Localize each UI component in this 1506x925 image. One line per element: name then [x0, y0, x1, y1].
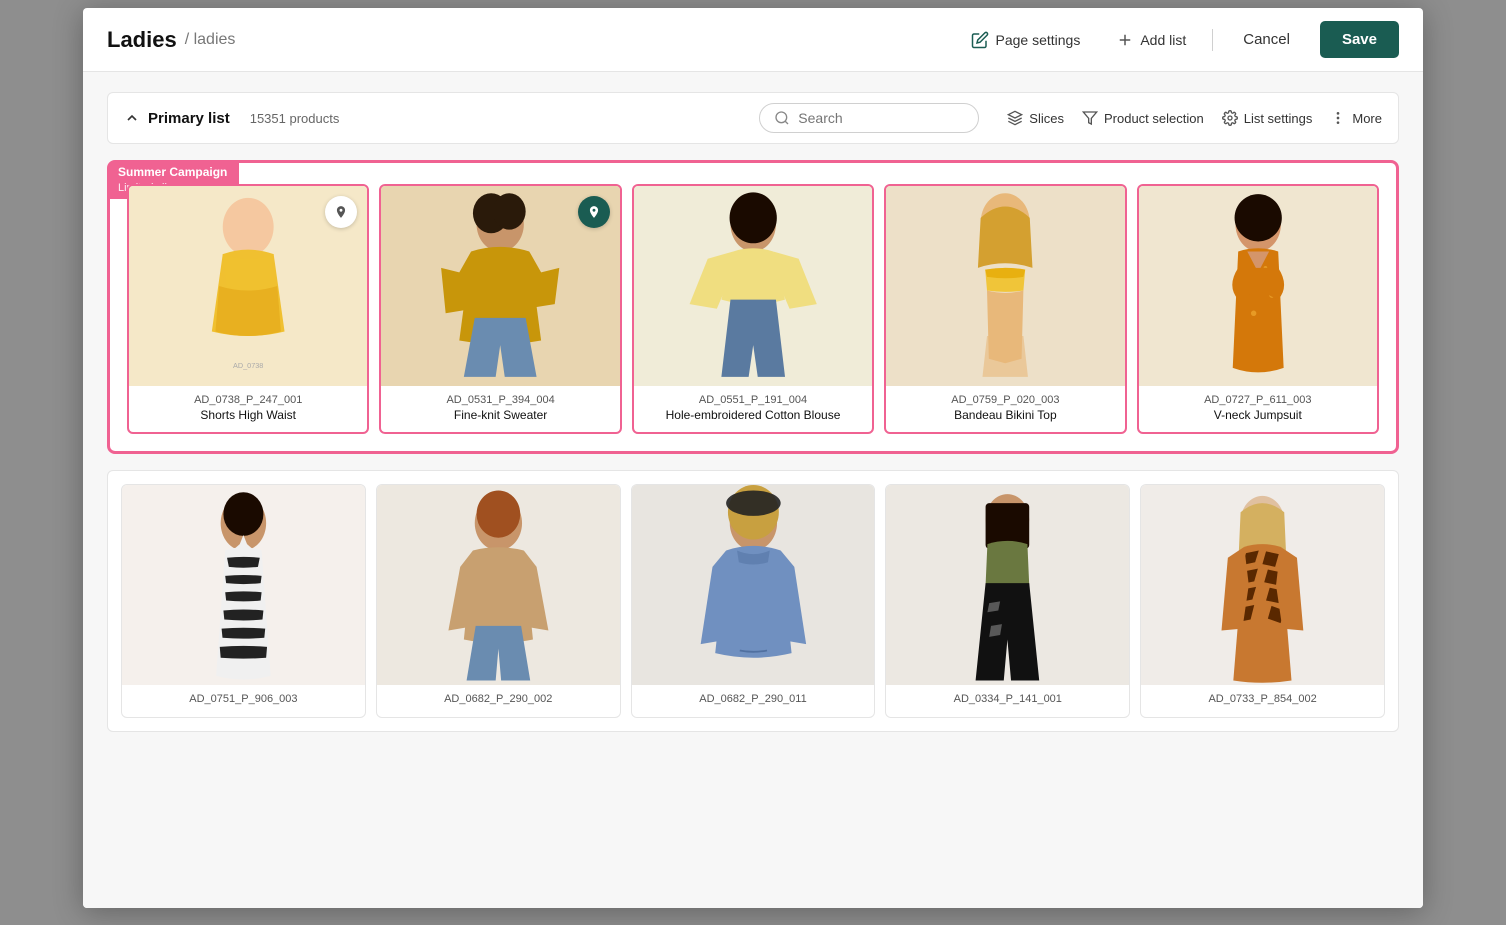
- product-info: AD_0682_P_290_002: [377, 685, 620, 717]
- product-card[interactable]: AD_0759_P_020_003 Bandeau Bikini Top: [884, 184, 1126, 434]
- product-image: [886, 186, 1124, 386]
- pin-filled-icon: [587, 205, 601, 219]
- product-image: [632, 485, 875, 685]
- list-settings-label: List settings: [1244, 111, 1313, 126]
- product-name: V-neck Jumpsuit: [1149, 408, 1367, 422]
- product-info: AD_0733_P_854_002: [1141, 685, 1384, 717]
- collapse-list-button[interactable]: Primary list: [124, 110, 230, 127]
- normal-product-card[interactable]: AD_0682_P_290_002: [376, 484, 621, 718]
- product-name: Shorts High Waist: [139, 408, 357, 422]
- product-selection-button[interactable]: Product selection: [1082, 110, 1204, 126]
- model-figure: [886, 186, 1124, 386]
- settings-icon: [1222, 110, 1238, 126]
- modal-overlay: Ladies / ladies Page settings Add list: [0, 0, 1506, 925]
- pin-icon-2: [578, 196, 610, 228]
- product-info: AD_0551_P_191_004 Hole-embroidered Cotto…: [634, 386, 872, 432]
- model-figure: [377, 485, 620, 685]
- modal: Ladies / ladies Page settings Add list: [83, 8, 1423, 908]
- search-icon: [774, 110, 790, 126]
- normal-products-grid: AD_0751_P_906_003: [108, 471, 1398, 731]
- product-id: AD_0682_P_290_002: [387, 693, 610, 705]
- product-info: AD_0759_P_020_003 Bandeau Bikini Top: [886, 386, 1124, 432]
- product-count: 15351 products: [250, 111, 340, 126]
- model-figure: [634, 186, 872, 386]
- product-image: [381, 186, 619, 386]
- header-actions: Page settings Add list Cancel Save: [961, 21, 1399, 58]
- product-card[interactable]: AD_0727_P_611_003 V-neck Jumpsuit: [1137, 184, 1379, 434]
- toolbar-actions: Slices Product selection List setti: [1007, 110, 1382, 126]
- pin-active-icon: [334, 205, 348, 219]
- slices-icon: [1007, 110, 1023, 126]
- product-card[interactable]: AD_0531_P_394_004 Fine-knit Sweater: [379, 184, 621, 434]
- model-figure: [1139, 186, 1377, 386]
- product-id: AD_0334_P_141_001: [896, 693, 1119, 705]
- add-list-button[interactable]: Add list: [1106, 25, 1196, 55]
- more-label: More: [1352, 111, 1382, 126]
- normal-product-card[interactable]: AD_0751_P_906_003: [121, 484, 366, 718]
- add-list-label: Add list: [1140, 32, 1186, 48]
- product-image: [634, 186, 872, 386]
- product-name: Hole-embroidered Cotton Blouse: [644, 408, 862, 422]
- search-box[interactable]: [759, 103, 979, 133]
- page-settings-icon: [971, 31, 989, 49]
- product-image: [886, 485, 1129, 685]
- search-input[interactable]: [798, 110, 948, 126]
- modal-header: Ladies / ladies Page settings Add list: [83, 8, 1423, 72]
- page-settings-label: Page settings: [995, 32, 1080, 48]
- product-name: Fine-knit Sweater: [391, 408, 609, 422]
- save-button[interactable]: Save: [1320, 21, 1399, 58]
- breadcrumb: / ladies: [185, 31, 236, 49]
- model-figure: [886, 485, 1129, 685]
- svg-text:AD_0738: AD_0738: [233, 361, 263, 370]
- product-id: AD_0759_P_020_003: [896, 394, 1114, 406]
- normal-products-section: AD_0751_P_906_003: [107, 470, 1399, 732]
- product-image: [1141, 485, 1384, 685]
- product-id: AD_0531_P_394_004: [391, 394, 609, 406]
- normal-product-card[interactable]: AD_0682_P_290_011: [631, 484, 876, 718]
- normal-product-card[interactable]: AD_0334_P_141_001: [885, 484, 1130, 718]
- product-image: [1139, 186, 1377, 386]
- model-figure: [632, 485, 875, 685]
- product-info: AD_0738_P_247_001 Shorts High Waist: [129, 386, 367, 432]
- product-info: AD_0727_P_611_003 V-neck Jumpsuit: [1139, 386, 1377, 432]
- product-card[interactable]: AD_0738 AD_0738_P_247_001 Shorts High Wa…: [127, 184, 369, 434]
- page-title: Ladies: [107, 27, 177, 53]
- product-info: AD_0682_P_290_011: [632, 685, 875, 717]
- product-id: AD_0733_P_854_002: [1151, 693, 1374, 705]
- product-selection-label: Product selection: [1104, 111, 1204, 126]
- model-figure: [122, 485, 365, 685]
- product-id: AD_0551_P_191_004: [644, 394, 862, 406]
- normal-product-card[interactable]: AD_0733_P_854_002: [1140, 484, 1385, 718]
- header-divider: [1212, 29, 1213, 51]
- slices-label: Slices: [1029, 111, 1064, 126]
- campaign-section: Summer Campaign Limited slice: [107, 160, 1399, 454]
- filter-icon: [1082, 110, 1098, 126]
- more-icon: [1330, 110, 1346, 126]
- modal-content: Primary list 15351 products: [83, 72, 1423, 908]
- product-name: Bandeau Bikini Top: [896, 408, 1114, 422]
- model-figure: [1141, 485, 1384, 685]
- product-info: AD_0334_P_141_001: [886, 685, 1129, 717]
- product-info: AD_0751_P_906_003: [122, 685, 365, 717]
- slices-button[interactable]: Slices: [1007, 110, 1064, 126]
- add-list-icon: [1116, 31, 1134, 49]
- primary-list-label: Primary list: [148, 110, 230, 127]
- more-button[interactable]: More: [1330, 110, 1382, 126]
- product-info: AD_0531_P_394_004 Fine-knit Sweater: [381, 386, 619, 432]
- campaign-name: Summer Campaign: [118, 165, 227, 181]
- list-settings-button[interactable]: List settings: [1222, 110, 1313, 126]
- campaign-products-grid: AD_0738 AD_0738_P_247_001 Shorts High Wa…: [110, 163, 1396, 451]
- product-id: AD_0682_P_290_011: [642, 693, 865, 705]
- product-id: AD_0751_P_906_003: [132, 693, 355, 705]
- product-image: [377, 485, 620, 685]
- product-image: AD_0738: [129, 186, 367, 386]
- product-image: [122, 485, 365, 685]
- page-settings-button[interactable]: Page settings: [961, 25, 1090, 55]
- chevron-up-icon: [124, 110, 140, 126]
- product-card[interactable]: AD_0551_P_191_004 Hole-embroidered Cotto…: [632, 184, 874, 434]
- product-id: AD_0727_P_611_003: [1149, 394, 1367, 406]
- cancel-button[interactable]: Cancel: [1229, 23, 1304, 56]
- list-toolbar: Primary list 15351 products: [107, 92, 1399, 144]
- product-id: AD_0738_P_247_001: [139, 394, 357, 406]
